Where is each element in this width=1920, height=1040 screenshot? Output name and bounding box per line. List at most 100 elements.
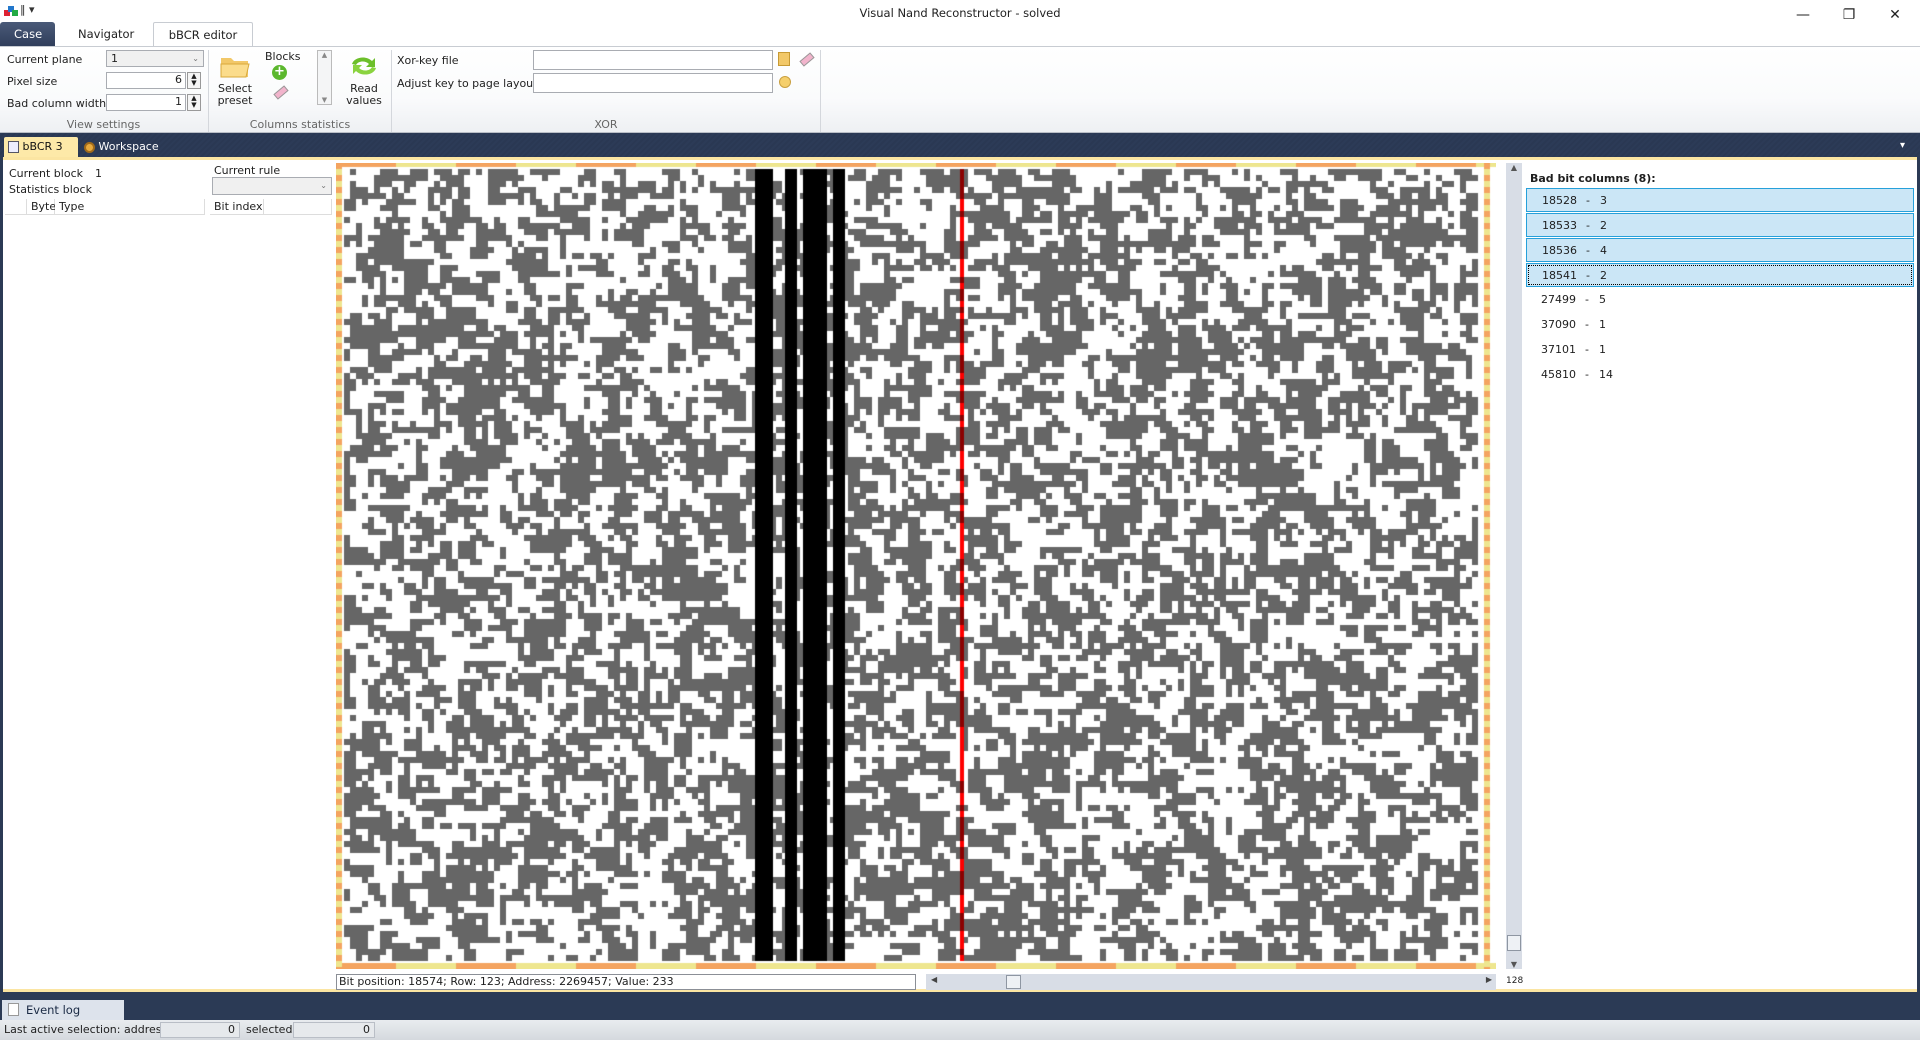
current-plane-value: 1: [111, 52, 118, 65]
scroll-down-icon[interactable]: ▼: [1506, 960, 1522, 969]
folder-icon: [220, 58, 250, 78]
bit-map-view[interactable]: [336, 163, 1496, 969]
last-selection-label: Last active selection: address: [4, 1023, 168, 1036]
bad-column-count: 2: [1600, 219, 1607, 232]
doc-tab-label: Workspace: [98, 140, 159, 153]
columns-statistics-group-title: Columns statistics: [249, 118, 351, 131]
separator: -: [1585, 343, 1589, 356]
open-file-icon[interactable]: [778, 52, 790, 66]
add-block-icon[interactable]: +: [272, 65, 287, 80]
selected-field: 0: [293, 1022, 375, 1038]
address-field: 0: [160, 1022, 240, 1038]
xor-group-title: XOR: [594, 118, 618, 131]
lightbulb-icon[interactable]: [779, 76, 791, 88]
bad-bit-column-row[interactable]: 18541-2: [1526, 263, 1914, 287]
chevron-down-icon: ⌄: [192, 54, 199, 63]
bad-bit-column-row[interactable]: 37101-1: [1526, 338, 1914, 362]
bad-bit-column-row[interactable]: 18528-3: [1526, 188, 1914, 212]
bad-bit-column-row[interactable]: 37090-1: [1526, 313, 1914, 337]
horizontal-scroll-thumb[interactable]: [1006, 975, 1021, 989]
ribbon-tab-bar: [0, 22, 1920, 47]
xor-key-file-input[interactable]: [533, 50, 773, 70]
group-divider: [820, 50, 821, 132]
refresh-arrows-icon: [352, 57, 376, 75]
pixel-size-stepper[interactable]: ▲ ▼: [187, 72, 201, 89]
xor-key-file-label: Xor-key file: [397, 54, 459, 67]
bad-column-width-stepper[interactable]: ▲ ▼: [187, 94, 201, 111]
current-block-value: 1: [95, 167, 102, 180]
vertical-scrollbar[interactable]: ▲ ▼: [1506, 163, 1522, 969]
bad-column-count: 4: [1600, 244, 1607, 257]
bad-column-count: 14: [1599, 368, 1613, 381]
doc-tab-workspace[interactable]: Workspace: [80, 137, 163, 157]
chevron-down-icon: ⌄: [320, 181, 327, 190]
event-log-explorer-tab[interactable]: Event log explorer: [2, 1000, 124, 1037]
zoom-readout: 128: [1506, 976, 1524, 986]
pixel-size-label: Pixel size: [7, 75, 58, 88]
separator: -: [1585, 318, 1589, 331]
bad-column-width-input[interactable]: 1: [106, 94, 186, 111]
bad-column-count: 1: [1599, 343, 1606, 356]
current-rule-select[interactable]: ⌄: [212, 177, 332, 195]
document-tab-strip: [0, 133, 1920, 157]
tab-list-dropdown-icon[interactable]: ▾: [1900, 140, 1905, 151]
separator: -: [1585, 368, 1589, 381]
bad-column-position: 18533: [1542, 219, 1577, 232]
blocks-label: Blocks: [265, 50, 301, 63]
bad-bit-column-row[interactable]: 45810-14: [1526, 363, 1914, 387]
bad-bit-column-row[interactable]: 18536-4: [1526, 238, 1914, 262]
bit-position-readout: Bit position: 18574; Row: 123; Address: …: [336, 974, 916, 990]
separator: -: [1586, 244, 1590, 257]
read-values-button[interactable]: Read values: [342, 52, 386, 107]
select-preset-label-2: preset: [217, 94, 253, 107]
current-plane-label: Current plane: [7, 53, 83, 66]
bad-column-count: 5: [1599, 293, 1606, 306]
scroll-up-icon[interactable]: ▲: [1506, 163, 1522, 172]
bad-column-count: 2: [1600, 269, 1607, 282]
column-header-blank: [264, 199, 332, 215]
view-settings-group-title: View settings: [66, 118, 141, 131]
current-plane-select[interactable]: 1 ⌄: [106, 50, 204, 67]
doc-tab-label: bBCR 3: [22, 140, 63, 153]
current-rule-label: Current rule: [214, 164, 281, 177]
bit-map-canvas[interactable]: [336, 163, 1496, 969]
tab-bbcr-editor[interactable]: bBCR editor: [153, 22, 253, 47]
bad-column-position: 37101: [1541, 343, 1576, 356]
tab-case[interactable]: Case: [0, 22, 55, 47]
scroll-left-icon[interactable]: ◀: [931, 975, 937, 984]
adjust-key-input[interactable]: [533, 73, 773, 93]
scroll-right-icon[interactable]: ▶: [1486, 975, 1492, 984]
column-header-byte[interactable]: Byte: [27, 199, 56, 215]
column-header-type[interactable]: Type: [55, 199, 205, 215]
bad-column-position: 18541: [1542, 269, 1577, 282]
bad-column-position: 27499: [1541, 293, 1576, 306]
pixel-size-input[interactable]: 6: [106, 72, 186, 89]
blocks-scrollbar[interactable]: ▲ ▼: [317, 50, 332, 105]
bad-bit-column-row[interactable]: 27499-5: [1526, 288, 1914, 312]
doc-tab-bbcr-3[interactable]: bBCR 3 ✕: [4, 137, 78, 173]
binary-file-icon: [8, 141, 19, 153]
horizontal-scrollbar[interactable]: ◀ ▶: [926, 974, 1496, 990]
scroll-up-icon[interactable]: ▲: [318, 51, 331, 59]
rules-table-header: Bit index: [210, 199, 332, 215]
separator: -: [1586, 269, 1590, 282]
bad-column-position: 18528: [1542, 194, 1577, 207]
workspace-wheel-icon: [84, 141, 95, 153]
select-preset-button[interactable]: Select preset: [214, 52, 256, 107]
scroll-down-icon[interactable]: ▼: [318, 96, 331, 104]
bad-column-count: 3: [1600, 194, 1607, 207]
tab-navigator[interactable]: Navigator: [64, 22, 148, 47]
current-block-label: Current block: [9, 167, 83, 180]
window-title: Visual Nand Reconstructor - solved: [859, 6, 1061, 20]
selected-label: selected: [246, 1023, 293, 1036]
bad-bit-columns-title: Bad bit columns (8):: [1530, 172, 1656, 185]
separator: -: [1585, 293, 1589, 306]
column-header-bit-index[interactable]: Bit index: [210, 199, 264, 215]
bad-column-position: 37090: [1541, 318, 1576, 331]
bad-column-count: 1: [1599, 318, 1606, 331]
adjust-key-label: Adjust key to page layout: [397, 77, 538, 90]
bad-column-position: 45810: [1541, 368, 1576, 381]
vertical-scroll-thumb[interactable]: [1507, 935, 1521, 951]
blocks-table-header: Byte Type: [5, 199, 205, 215]
bad-bit-column-row[interactable]: 18533-2: [1526, 213, 1914, 237]
